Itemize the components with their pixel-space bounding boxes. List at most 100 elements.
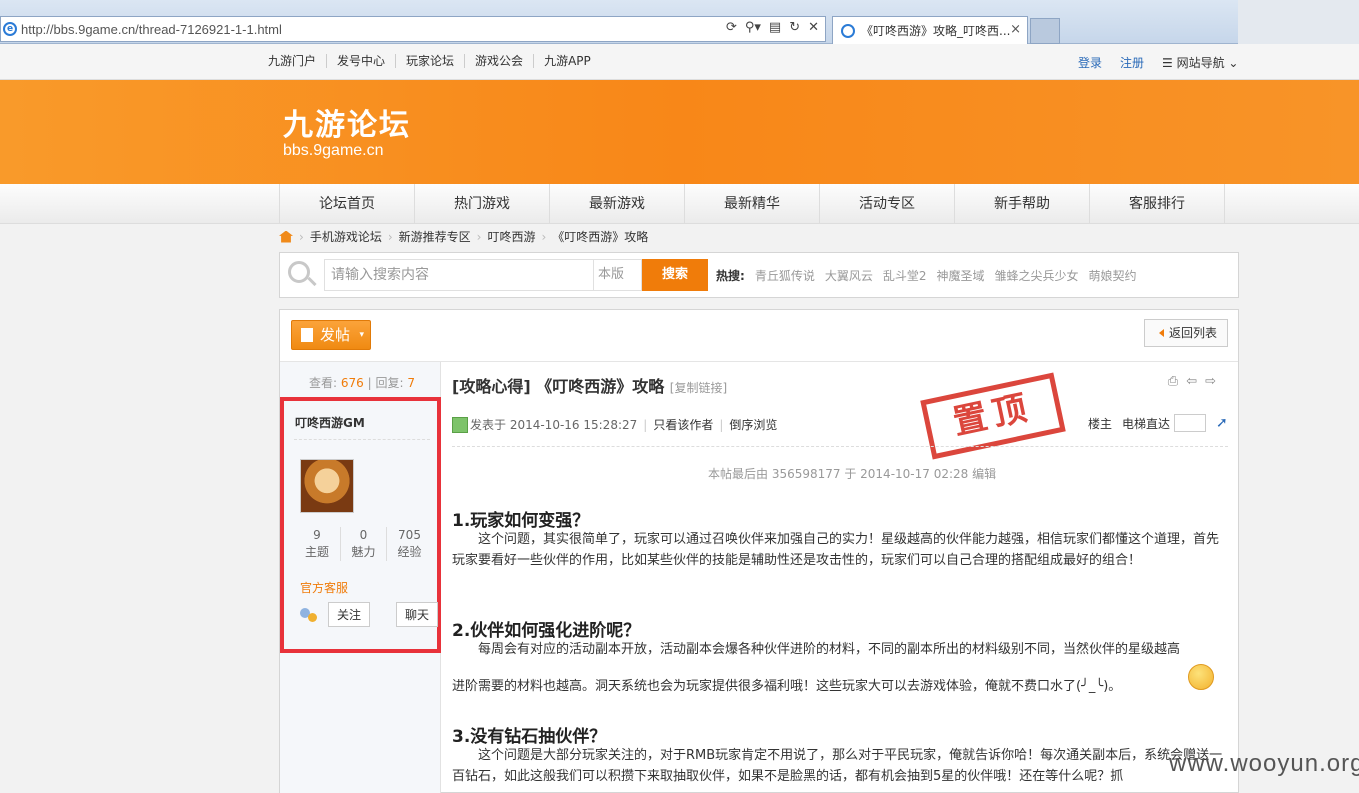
nav-hot-games[interactable]: 热门游戏 <box>415 184 550 224</box>
hot-term[interactable]: 雏蜂之尖兵少女 <box>995 267 1079 284</box>
browser-chrome: e http://bbs.9game.cn/thread-7126921-1-1… <box>0 0 1359 44</box>
search-icon[interactable]: ⚲▾ <box>745 20 761 35</box>
refresh-icon[interactable]: ⟳ <box>726 20 737 35</box>
crumb-sep: › <box>476 229 482 244</box>
top-link-app[interactable]: 九游APP <box>533 54 601 68</box>
breadcrumb: › 手机游戏论坛 › 新游推荐专区 › 叮咚西游 › 《叮咚西游》攻略 <box>279 228 648 245</box>
hot-term[interactable]: 大翼风云 <box>825 267 873 284</box>
next-thread-icon[interactable]: ⇨ <box>1205 374 1216 389</box>
stat-label: 经验 <box>397 545 422 559</box>
site-topbar: 九游门户 发号中心 玩家论坛 游戏公会 九游APP 登录 注册 ☰ 网站导航 ⌄ <box>0 44 1359 80</box>
replies-label: 回复: <box>375 376 404 390</box>
address-tools: ⟳ ⚲▾ ▤ ↻ ✕ <box>726 20 819 35</box>
section-body: 这个问题，其实很简单了，玩家可以通过召唤伙伴来加强自己的实力！星级越高的伙伴能力… <box>452 532 1220 568</box>
divider <box>452 446 1228 447</box>
prev-thread-icon[interactable]: ⇦ <box>1186 374 1197 389</box>
watermark: www.wooyun.org <box>1169 750 1359 777</box>
home-icon[interactable] <box>279 230 293 243</box>
chevron-down-icon: ▾ <box>359 330 364 340</box>
stat-threads[interactable]: 9 主题 <box>294 527 340 561</box>
site-logo[interactable]: 九游论坛 bbs.9game.cn <box>283 100 411 160</box>
edited-notice: 本帖最后由 356598177 于 2014-10-17 02:28 编辑 <box>708 467 997 481</box>
copy-link[interactable]: [复制链接] <box>670 381 727 395</box>
author-name[interactable]: 叮咚西游GM <box>295 414 365 431</box>
top-link-forum[interactable]: 玩家论坛 <box>395 54 464 68</box>
crumb-thread[interactable]: 《叮咚西游》攻略 <box>552 228 648 245</box>
nav-service-rank[interactable]: 客服排行 <box>1090 184 1225 224</box>
print-icon[interactable]: ⎙ <box>1168 374 1178 389</box>
search-bar: 请输入搜索内容 本版 搜索 热搜: 青丘狐传说 大翼风云 乱斗堂2 神魔圣域 雏… <box>279 252 1239 298</box>
crumb-sep: › <box>541 229 547 244</box>
floor-tools: 楼主 电梯直达 ➚ <box>1088 414 1228 432</box>
browser-tab[interactable]: 《叮咚西游》攻略_叮咚西... × <box>832 16 1028 44</box>
site-nav-menu[interactable]: ☰ 网站导航 ⌄ <box>1162 54 1238 71</box>
author-actions: 关注 聊天 <box>300 602 439 627</box>
stat-label: 魅力 <box>351 545 376 559</box>
smile-emoji-icon <box>1188 664 1214 690</box>
stat-charm: 0 魅力 <box>340 527 386 561</box>
nav-help[interactable]: 新手帮助 <box>955 184 1090 224</box>
section-body: 进阶需要的材料也越高。洞天系统也会为玩家提供很多福利哦！这些玩家大可以去游戏体验… <box>452 679 1122 694</box>
only-author-link[interactable]: 只看该作者 <box>653 416 713 433</box>
logo-cn: 九游论坛 <box>283 108 411 143</box>
post-meta: 发表于 2014-10-16 15:28:27 | 只看该作者 | 倒序浏览 <box>452 416 777 433</box>
online-status-icon <box>452 416 468 433</box>
hot-term[interactable]: 神魔圣域 <box>936 267 984 284</box>
banner: 九游论坛 bbs.9game.cn <box>0 80 1359 184</box>
chat-button[interactable]: 聊天 <box>396 602 439 627</box>
stop-icon[interactable]: ✕ <box>808 20 819 35</box>
elevator-go-icon[interactable]: ➚ <box>1216 415 1228 431</box>
nav-events[interactable]: 活动专区 <box>820 184 955 224</box>
nav-featured[interactable]: 最新精华 <box>685 184 820 224</box>
search-scope-select[interactable]: 本版 <box>594 259 642 291</box>
avatar[interactable] <box>300 459 354 513</box>
crumb-mobile-forum[interactable]: 手机游戏论坛 <box>310 228 382 245</box>
hot-term[interactable]: 青丘狐传说 <box>755 267 815 284</box>
views-count: 676 <box>340 376 364 390</box>
elevator-input[interactable] <box>1174 414 1207 432</box>
replies-count: 7 <box>407 376 415 390</box>
logo-en: bbs.9game.cn <box>283 142 384 159</box>
follow-button[interactable]: 关注 <box>328 602 371 627</box>
nav-home[interactable]: 论坛首页 <box>280 184 415 224</box>
address-bar[interactable]: e http://bbs.9game.cn/thread-7126921-1-1… <box>0 16 826 42</box>
hot-term[interactable]: 萌娘契约 <box>1089 267 1137 284</box>
section-body: 每周会有对应的活动副本开放，活动副本会爆各种伙伴进阶的材料，不同的副本所出的材料… <box>478 642 1181 657</box>
reload-icon[interactable]: ↻ <box>789 20 800 35</box>
hot-term[interactable]: 乱斗堂2 <box>883 267 927 284</box>
stat-value: 705 <box>398 528 421 542</box>
stat-value: 0 <box>359 528 368 542</box>
author-group[interactable]: 官方客服 <box>300 579 348 596</box>
tab-close-icon[interactable]: × <box>1010 22 1021 37</box>
post-time: 发表于 2014-10-16 15:28:27 <box>470 418 638 432</box>
crumb-game[interactable]: 叮咚西游 <box>487 228 535 245</box>
top-link-gifts[interactable]: 发号中心 <box>326 54 395 68</box>
reverse-order-link[interactable]: 倒序浏览 <box>729 416 777 433</box>
author-stats: 9 主题 0 魅力 705 经验 <box>294 527 432 561</box>
top-link-guild[interactable]: 游戏公会 <box>464 54 533 68</box>
tab-title: 《叮咚西游》攻略_叮咚西... <box>861 24 1011 38</box>
search-button[interactable]: 搜索 <box>642 259 708 291</box>
new-tab-button[interactable] <box>1030 18 1060 44</box>
register-link[interactable]: 注册 <box>1120 54 1144 71</box>
friends-icon[interactable] <box>300 607 318 622</box>
new-post-button[interactable]: 发帖 ▾ <box>291 320 371 350</box>
crumb-new-games[interactable]: 新游推荐专区 <box>399 228 471 245</box>
floor-label: 楼主 <box>1088 416 1113 431</box>
login-link[interactable]: 登录 <box>1078 54 1102 71</box>
new-post-label: 发帖 <box>320 326 351 344</box>
tab-ie-icon <box>841 23 855 38</box>
back-to-list-button[interactable]: 返回列表 <box>1144 319 1228 347</box>
search-input[interactable]: 请输入搜索内容 <box>324 259 594 291</box>
top-right: 登录 注册 ☰ 网站导航 ⌄ <box>1078 54 1238 71</box>
author-column: 查看: 676 | 回复: 7 叮咚西游GM 9 主题 0 魅力 705 经验 … <box>280 362 441 793</box>
toolbar-blurred <box>1238 0 1359 44</box>
document-icon <box>301 328 313 342</box>
nav-new-games[interactable]: 最新游戏 <box>550 184 685 224</box>
stat-exp: 705 经验 <box>386 527 432 561</box>
address-url[interactable]: http://bbs.9game.cn/thread-7126921-1-1.h… <box>21 22 282 37</box>
thread-title: [攻略心得] 《叮咚西游》攻略 [复制链接] <box>452 373 727 397</box>
compat-icon[interactable]: ▤ <box>769 20 781 35</box>
stat-label: 主题 <box>304 545 329 559</box>
top-link-portal[interactable]: 九游门户 <box>268 54 326 68</box>
